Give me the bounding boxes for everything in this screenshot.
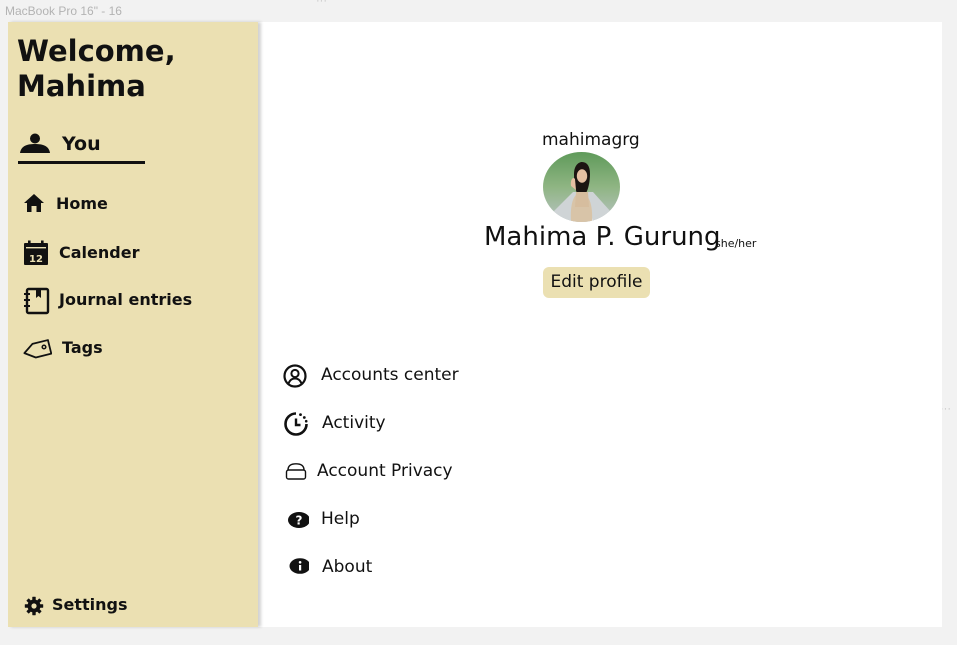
sidebar-item-calendar[interactable]: 12 Calender [22,240,242,268]
person-icon [20,133,50,153]
sidebar-tab-you[interactable]: You [18,128,145,164]
sidebar-item-tags-label: Tags [62,338,103,357]
menu-item-help-label: Help [321,509,360,529]
menu-item-account-privacy-label: Account Privacy [317,461,453,481]
tag-icon [23,339,52,359]
home-icon [24,194,44,212]
svg-text:?: ? [296,514,303,528]
help-icon: ? [288,512,309,528]
menu-item-accounts-center-label: Accounts center [321,365,459,385]
sidebar-item-journal[interactable]: Journal entries [22,287,242,315]
sidebar-item-settings[interactable]: Settings [24,594,224,618]
sidebar-item-calendar-label: Calender [59,243,140,262]
frame-label: MacBook Pro 16" - 16 [5,4,122,18]
profile-username: mahimagrg [542,130,640,150]
journal-icon [24,287,50,315]
sidebar-item-home-label: Home [56,194,108,213]
profile-full-name: Mahima P. Gurung [484,222,721,252]
app-window: Welcome, Mahima You Home 12 Calender Jou… [8,22,942,627]
avatar[interactable] [543,152,620,222]
avatar-photo [543,152,620,222]
account-circle-icon [283,364,307,388]
sidebar: Welcome, Mahima You Home 12 Calender Jou… [8,22,258,627]
menu-item-about-label: About [322,557,373,577]
welcome-heading: Welcome, Mahima [17,34,176,103]
menu-item-activity-label: Activity [322,413,386,433]
profile-pronouns: she/her [715,237,757,250]
sidebar-tab-you-label: You [62,133,101,155]
privacy-icon [285,463,307,480]
menu-item-accounts-center[interactable]: Accounts center [283,361,583,389]
frame-resize-handle-top[interactable]: ··· [316,0,327,7]
activity-clock-icon [284,412,308,436]
menu-item-account-privacy[interactable]: Account Privacy [283,457,583,485]
menu-item-about[interactable]: About [283,553,583,581]
sidebar-item-journal-label: Journal entries [59,290,193,309]
info-icon [289,558,309,574]
sidebar-item-settings-label: Settings [52,595,128,614]
menu-item-help[interactable]: ? Help [283,505,583,533]
sidebar-item-home[interactable]: Home [22,191,242,219]
calendar-icon-day: 12 [29,254,43,265]
edit-profile-button[interactable]: Edit profile [543,267,650,298]
calendar-icon: 12 [24,240,48,265]
menu-item-activity[interactable]: Activity [283,409,583,437]
gear-icon [24,596,44,616]
sidebar-item-tags[interactable]: Tags [22,335,242,363]
